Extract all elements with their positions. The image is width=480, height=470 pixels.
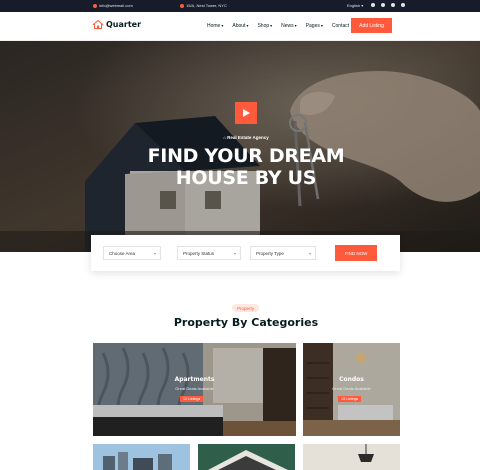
add-listing-button[interactable]: Add Listing [351,18,392,33]
category-card-condos[interactable]: Condos Great Deals Available 13 Listings [303,343,400,436]
language-selector[interactable]: English ▾ [347,3,363,8]
social-links [371,3,405,7]
property-search-form: Choose Area Property Status Property Typ… [91,235,400,271]
nav-about[interactable]: About [232,23,248,29]
site-logo[interactable]: Quarter [93,20,141,29]
address-info: 15/A, Nest Tower, NYC [180,3,227,8]
hero-title: FIND YOUR DREAM HOUSE BY US [147,145,345,189]
hero-banner: ⌂ Real Estate Agency FIND YOUR DREAM HOU… [0,41,480,252]
card-subtitle: Great Deals Available [175,386,214,391]
twitter-icon[interactable] [381,3,385,7]
nav-news[interactable]: News [281,23,297,29]
section-badge: Property [232,304,259,312]
main-header: Quarter Home About Shop News Pages Conta… [0,12,480,41]
instagram-icon[interactable] [391,3,395,7]
category-card-3[interactable] [93,444,190,470]
category-card-apartments[interactable]: Apartments Great Deals Available 13 List… [93,343,296,436]
hero-subtitle: ⌂ Real Estate Agency [223,135,269,140]
card-title: Apartments [174,376,215,383]
nav-contact[interactable]: Contact [332,23,349,29]
section-title: Property By Categories [173,316,319,329]
chevron-down-icon: ▾ [360,3,364,8]
address-text: 15/A, Nest Tower, NYC [186,3,227,8]
card-image [198,444,295,470]
mail-icon [93,3,97,8]
type-select[interactable]: Property Type [250,246,316,260]
card-image [93,444,190,470]
email-info[interactable]: info@webmail.com [93,3,133,8]
house-logo-icon [93,20,103,29]
nav-pages[interactable]: Pages [306,23,323,29]
find-now-button[interactable]: FIND NOW [335,245,377,261]
card-image [303,444,400,470]
area-select[interactable]: Choose Area [103,246,161,260]
category-card-5[interactable] [303,444,400,470]
listings-count-button[interactable]: 13 Listings [338,396,362,402]
logo-text: Quarter [106,20,142,29]
main-nav: Home About Shop News Pages Contact [207,23,349,29]
nav-shop[interactable]: Shop [257,23,272,29]
category-card-4[interactable] [198,444,295,470]
card-title: Condos [339,376,364,383]
status-select[interactable]: Property Status [177,246,241,260]
play-icon [243,109,250,117]
card-subtitle: Great Deals Available [332,386,371,391]
nav-home[interactable]: Home [207,23,223,29]
top-bar: info@webmail.com 15/A, Nest Tower, NYC E… [0,0,480,12]
dribbble-icon[interactable] [401,3,405,7]
play-video-button[interactable] [235,102,257,124]
listings-count-button[interactable]: 13 Listings [180,396,204,402]
location-icon [180,3,184,8]
email-text: info@webmail.com [99,3,133,8]
facebook-icon[interactable] [371,3,375,7]
